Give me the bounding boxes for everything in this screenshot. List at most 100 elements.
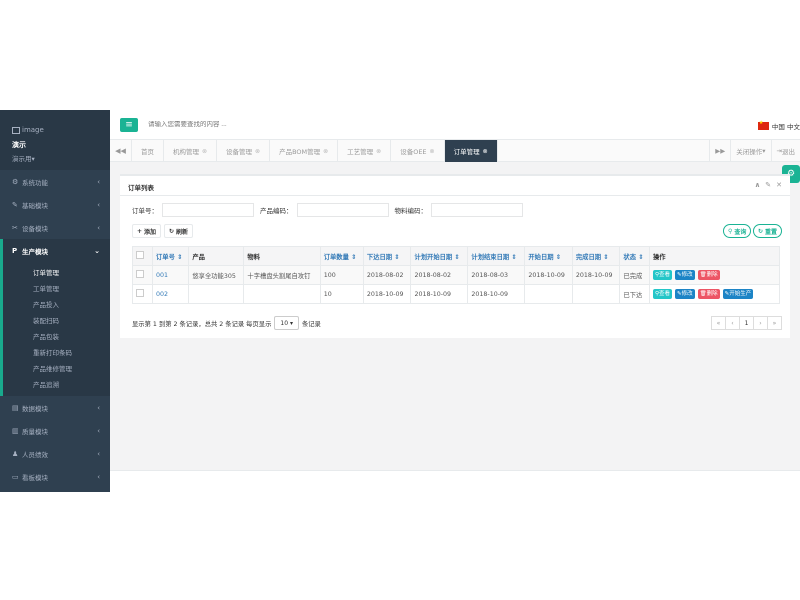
- sidebar-item-basic[interactable]: ✎ 基础模块 ‹: [0, 193, 110, 216]
- chevron-left-icon: ‹: [97, 403, 100, 412]
- close-icon[interactable]: ⊗: [202, 148, 207, 155]
- close-operations-label: 关闭操作: [736, 148, 763, 156]
- close-icon[interactable]: ⊗: [376, 148, 381, 155]
- column-header-qty[interactable]: 订单数量 ⇕: [319, 246, 364, 266]
- delete-button[interactable]: 🗑删除: [697, 270, 720, 280]
- sidebar-item-quality[interactable]: ▥ 质量模块 ‹: [0, 419, 110, 442]
- select-all-checkbox[interactable]: [136, 251, 144, 259]
- tab-oee[interactable]: 设备OEE ⊗: [391, 140, 445, 162]
- sidebar-item-label: 基础模块: [22, 201, 48, 210]
- wrench-icon[interactable]: ✎: [765, 181, 771, 189]
- sidebar-item-system[interactable]: ⚙ 系统功能 ‹: [0, 170, 110, 193]
- submenu-item-repair[interactable]: 产品维修管理: [3, 360, 110, 376]
- app-window: image 演示 演示用▾ ⚙ 系统功能 ‹ ✎ 基础模块 ‹ ✂ 设备模块 ‹…: [0, 110, 800, 492]
- sidebar-item-performance[interactable]: ♟ 人员绩效 ‹: [0, 442, 110, 465]
- view-button[interactable]: ⚲查看: [653, 270, 673, 280]
- column-header-finish-date[interactable]: 完成日期 ⇕: [571, 246, 621, 266]
- order-no-cell[interactable]: 001: [151, 265, 190, 285]
- sidebar-item-label: 生产模块: [22, 247, 48, 256]
- tab-bom[interactable]: 产品BOM管理 ⊗: [270, 140, 339, 162]
- refresh-button[interactable]: ↻ 刷新: [164, 224, 194, 238]
- p-icon: P: [12, 246, 18, 255]
- material-code-input[interactable]: [431, 203, 523, 217]
- table-row: 002 10 2018-10-09 2018-10-09 2018-10-09 …: [132, 284, 780, 304]
- tab-home[interactable]: 首页: [132, 140, 164, 162]
- sidebar-item-dashboard[interactable]: ▭ 看板模块 ‹: [0, 465, 110, 488]
- row-checkbox[interactable]: [136, 270, 144, 278]
- sidebar-item-label: 人员绩效: [22, 450, 48, 459]
- sidebar-item-data[interactable]: ▤ 数据模块 ‹: [0, 396, 110, 419]
- footer-bar: [110, 470, 800, 492]
- column-header-status[interactable]: 状态 ⇕: [619, 246, 650, 266]
- column-header-plan-start[interactable]: 计划开始日期 ⇕: [410, 246, 469, 266]
- chevron-left-icon: ‹: [97, 223, 100, 232]
- column-header-order-no[interactable]: 订单号 ⇕: [151, 246, 190, 266]
- china-flag-icon: [757, 120, 769, 130]
- edit-button[interactable]: ✎修改: [675, 270, 695, 280]
- sidebar-item-production[interactable]: P 生产模块 ⌄: [0, 239, 110, 262]
- chart-icon: ▥: [12, 426, 19, 435]
- sidebar-item-equipment[interactable]: ✂ 设备模块 ‹: [0, 216, 110, 239]
- add-button[interactable]: + 添加: [132, 224, 162, 238]
- tab-label: 首页: [141, 148, 154, 156]
- view-button[interactable]: ⚲查看: [653, 289, 673, 299]
- page-1-button[interactable]: 1: [739, 316, 754, 330]
- start-production-button[interactable]: ✎开始生产: [722, 289, 754, 299]
- start-date-cell: [524, 284, 573, 304]
- profile-role: 演示用: [12, 155, 32, 163]
- submenu-item-trace[interactable]: 产品追溯: [3, 376, 110, 392]
- next-page-button[interactable]: ›: [753, 316, 768, 330]
- submenu-item-workorder[interactable]: 工单管理: [3, 280, 110, 296]
- filter-row: 订单号： 产品编码： 物料编码：: [120, 198, 790, 222]
- column-header-start-date[interactable]: 开始日期 ⇕: [524, 246, 573, 266]
- order-no-input[interactable]: [162, 203, 254, 217]
- page-size-select[interactable]: 10 ▾: [274, 316, 299, 330]
- last-page-button[interactable]: »: [767, 316, 782, 330]
- tab-equipment[interactable]: 设备管理 ⊗: [217, 140, 271, 162]
- product-code-input[interactable]: [296, 203, 389, 217]
- tabs-scroll-left-button[interactable]: ◀◀: [110, 140, 132, 162]
- close-icon[interactable]: ⊗: [430, 148, 435, 155]
- order-no-cell[interactable]: 002: [151, 284, 190, 304]
- prev-page-button[interactable]: ‹: [725, 316, 740, 330]
- row-select-cell[interactable]: [132, 265, 153, 285]
- close-icon[interactable]: ⊗: [323, 148, 328, 155]
- submenu-item-packaging[interactable]: 产品包装: [3, 328, 110, 344]
- row-select-cell[interactable]: [132, 284, 153, 304]
- tab-org[interactable]: 机构管理 ⊗: [164, 140, 218, 162]
- row-checkbox[interactable]: [136, 289, 144, 297]
- production-submenu: 订单管理 工单管理 产品投入 装配扫码 产品包装 重新打印条码 产品维修管理 产…: [0, 262, 110, 396]
- submenu-item-order[interactable]: 订单管理: [3, 264, 110, 280]
- close-icon[interactable]: ⊗: [483, 148, 488, 155]
- search-button[interactable]: ⚲ 查询: [723, 224, 752, 238]
- tabs-scroll-right-button[interactable]: ▶▶: [709, 140, 730, 162]
- actions-cell: ⚲查看 ✎修改 🗑删除: [649, 265, 780, 285]
- close-icon[interactable]: ✕: [776, 181, 782, 189]
- search-input[interactable]: [148, 121, 348, 128]
- submenu-item-reprint[interactable]: 重新打印条码: [3, 344, 110, 360]
- profile-role-dropdown[interactable]: 演示用▾: [12, 153, 110, 163]
- column-header-issue-date[interactable]: 下达日期 ⇕: [362, 246, 412, 266]
- tab-process[interactable]: 工艺管理 ⊗: [338, 140, 392, 162]
- menu-toggle-button[interactable]: ≡: [120, 118, 138, 132]
- reset-button[interactable]: ↻ 重置: [753, 224, 783, 238]
- panel-header: 订单列表 ∧ ✎ ✕: [120, 176, 790, 196]
- close-operations-dropdown[interactable]: 关闭操作 ▾: [730, 140, 770, 162]
- logout-button[interactable]: ⇥ 退出: [770, 140, 800, 162]
- close-icon[interactable]: ⊗: [255, 148, 260, 155]
- submenu-item-input[interactable]: 产品投入: [3, 296, 110, 312]
- select-all-cell[interactable]: [132, 246, 153, 266]
- reset-button-label: 重置: [765, 228, 778, 236]
- first-page-button[interactable]: «: [711, 316, 726, 330]
- tab-label: 设备管理: [226, 148, 253, 156]
- delete-button[interactable]: 🗑删除: [697, 289, 720, 299]
- monitor-icon: ▭: [12, 472, 19, 481]
- column-header-plan-end[interactable]: 计划结束日期 ⇕: [467, 246, 526, 266]
- tab-order[interactable]: 订单管理 ⊗: [444, 140, 498, 162]
- collapse-icon[interactable]: ∧: [755, 181, 761, 189]
- filter-label-material-code: 物料编码：: [394, 207, 428, 215]
- submenu-item-assembly-scan[interactable]: 装配扫码: [3, 312, 110, 328]
- actions-cell: ⚲查看 ✎修改 🗑删除 ✎开始生产: [649, 284, 780, 304]
- language-switch[interactable]: 中国 中文: [757, 120, 800, 131]
- edit-button[interactable]: ✎修改: [675, 289, 695, 299]
